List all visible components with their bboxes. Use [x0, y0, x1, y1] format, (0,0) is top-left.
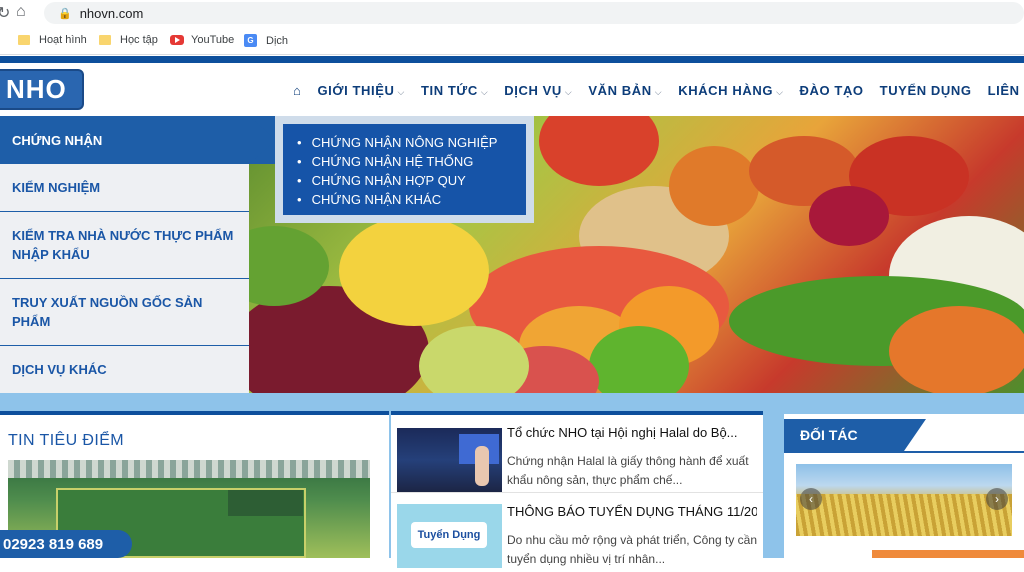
reload-icon[interactable]: ↻ [0, 3, 10, 23]
submenu-item-hop-quy[interactable]: CHỨNG NHẬN HỢP QUY [297, 171, 526, 190]
sidebar-item-chung-nhan[interactable]: CHỨNG NHẬN [0, 116, 276, 164]
news-item[interactable]: Tuyển Dụng THÔNG BÁO TUYỂN DỤNG THÁNG 11… [391, 494, 763, 572]
lock-icon: 🔒 [58, 7, 72, 20]
menu-khach-hang[interactable]: KHÁCH HÀNG ⌵ [678, 83, 783, 98]
news-section: Tổ chức NHO tại Hội nghị Halal do Bộ... … [391, 411, 763, 568]
news-thumbnail[interactable]: Tuyển Dụng [397, 504, 502, 568]
chevron-left-icon[interactable]: ‹ [800, 488, 822, 510]
chevron-right-icon[interactable]: › [986, 488, 1008, 510]
submenu-item-nong-nghiep[interactable]: CHỨNG NHẬN NÔNG NGHIỆP [297, 133, 526, 152]
sidebar-item-truy-xuat[interactable]: TRUY XUẤT NGUỒN GỐC SẢN PHẨM [0, 279, 249, 346]
menu-tuyen-dung[interactable]: TUYỂN DỤNG [880, 83, 972, 98]
sidebar-item-kiem-nghiem[interactable]: KIỂM NGHIỆM [0, 164, 249, 212]
site-header: NHO ⌂ GIỚI THIỆU ⌵ TIN TỨC ⌵ DỊCH VỤ ⌵ VĂN … [0, 63, 1024, 116]
folder-icon [18, 35, 30, 45]
hotline-button[interactable]: 02923 819 689 [0, 530, 132, 558]
menu-van-ban[interactable]: VĂN BẢN ⌵ [588, 83, 662, 98]
home-icon[interactable]: ⌂ [293, 83, 301, 98]
url-field[interactable]: 🔒 nhovn.com [44, 2, 1024, 24]
submenu-list: CHỨNG NHẬN NÔNG NGHIỆP CHỨNG NHẬN HỆ THỐ… [283, 124, 526, 215]
browser-address-bar: ↻ ⌂ 🔒 nhovn.com [0, 0, 1024, 27]
site-logo[interactable]: NHO [0, 69, 84, 110]
section-divider [0, 393, 1024, 411]
featured-title: TIN TIÊU ĐIỂM [8, 432, 125, 449]
menu-lien-he[interactable]: LIÊN HỆ [988, 83, 1024, 98]
chevron-down-icon: ⌵ [564, 87, 573, 97]
menu-gioi-thieu[interactable]: GIỚI THIỆU ⌵ [317, 83, 404, 98]
partners-divider [784, 451, 1024, 453]
chevron-down-icon: ⌵ [654, 87, 663, 97]
bookmark-youtube[interactable]: YouTube [170, 34, 234, 46]
submenu-chung-nhan: CHỨNG NHẬN NÔNG NGHIỆP CHỨNG NHẬN HỆ THỐ… [275, 116, 534, 223]
partners-section: ĐỐI TÁC ‹ › [784, 414, 1024, 558]
orange-tab [872, 550, 1024, 558]
folder-icon [99, 35, 111, 45]
top-stripe [0, 56, 1024, 63]
home-icon[interactable]: ⌂ [16, 3, 26, 21]
menu-dao-tao[interactable]: ĐÀO TẠO [800, 83, 864, 98]
sidebar-item-kiem-tra[interactable]: KIỂM TRA NHÀ NƯỚC THỰC PHẨM NHẬP KHẨU [0, 212, 249, 279]
translate-icon: G [244, 34, 257, 47]
bookmark-dich[interactable]: G Dịch [244, 34, 288, 47]
service-sidebar: CHỨNG NHẬN KIỂM NGHIỆM KIỂM TRA NHÀ NƯỚC… [0, 116, 276, 393]
chevron-down-icon: ⌵ [397, 87, 405, 97]
chevron-down-icon: ⌵ [776, 87, 784, 97]
news-title[interactable]: Tổ chức NHO tại Hội nghị Halal do Bộ... [507, 425, 757, 440]
menu-dich-vu[interactable]: DỊCH VỤ ⌵ [504, 83, 572, 98]
menu-tin-tuc[interactable]: TIN TỨC ⌵ [421, 83, 488, 98]
news-excerpt: Do nhu cầu mở rộng và phát triển, Công t… [507, 533, 758, 566]
partners-title: ĐỐI TÁC [784, 419, 926, 451]
news-item[interactable]: Tổ chức NHO tại Hội nghị Halal do Bộ... … [391, 415, 763, 493]
news-excerpt: Chứng nhận Halal là giấy thông hành để x… [507, 454, 749, 487]
submenu-item-khac[interactable]: CHỨNG NHẬN KHÁC [297, 190, 526, 209]
chevron-down-icon: ⌵ [480, 87, 489, 97]
url-text: nhovn.com [79, 5, 144, 21]
partners-carousel-image[interactable]: ‹ › [796, 464, 1012, 536]
news-title[interactable]: THÔNG BÁO TUYỂN DỤNG THÁNG 11/2020 [507, 504, 757, 519]
bookmarks-bar: Hoạt hình Học tập YouTube G Dịch [0, 27, 1024, 55]
bookmark-hoc-tap[interactable]: Học tập [99, 34, 158, 46]
youtube-icon [170, 35, 184, 45]
sidebar-item-dich-vu-khac[interactable]: DỊCH VỤ KHÁC [0, 346, 249, 393]
bookmark-hoat-hinh[interactable]: Hoạt hình [18, 34, 87, 46]
submenu-item-he-thong[interactable]: CHỨNG NHẬN HỆ THỐNG [297, 152, 526, 171]
main-menu: ⌂ GIỚI THIỆU ⌵ TIN TỨC ⌵ DỊCH VỤ ⌵ VĂN BẢN ⌵… [293, 83, 1024, 98]
news-thumbnail[interactable] [397, 428, 502, 492]
